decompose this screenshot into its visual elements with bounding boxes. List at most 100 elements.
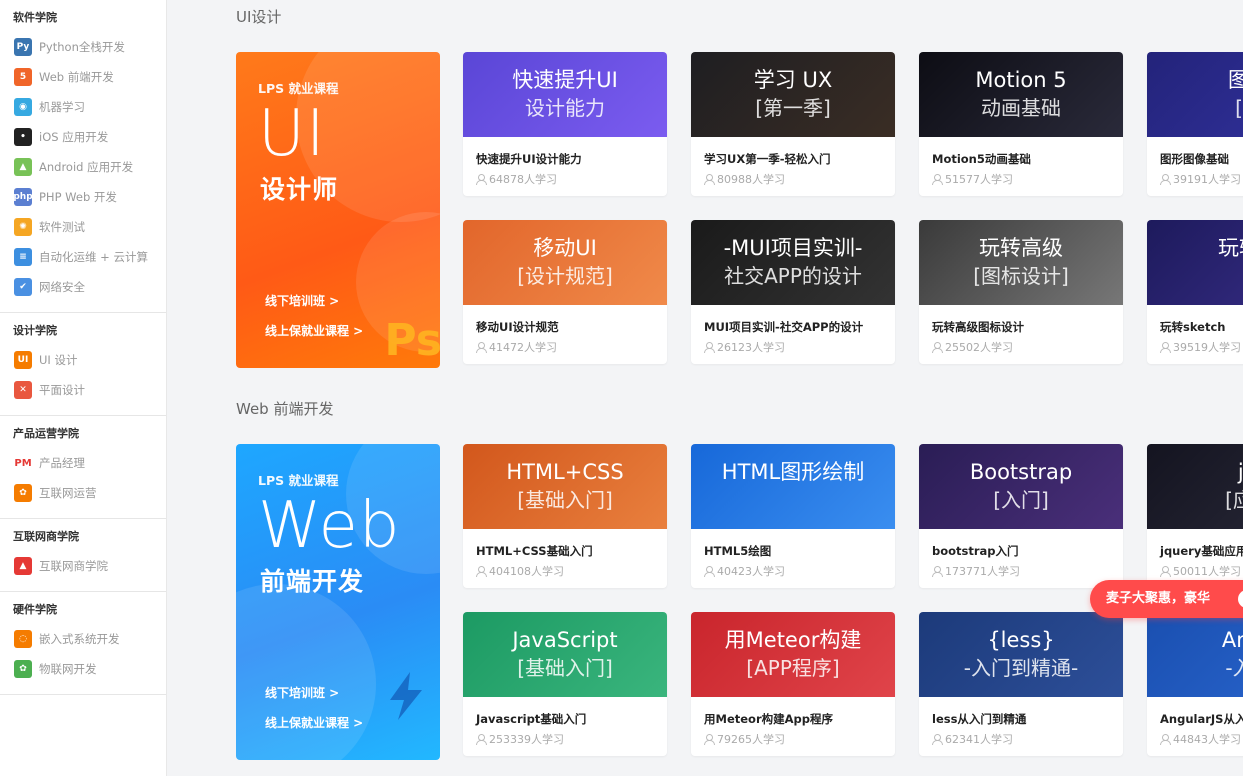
course-card[interactable]: {less}-入门到精通-less从入门到精通62341人学习 [919,612,1123,756]
sidebar-item[interactable]: PM 产品经理 [0,448,166,478]
sidebar-item[interactable]: ▲Android 应用开发 [0,152,166,182]
sidebar-item[interactable]: 5 Web 前端开发 [0,62,166,92]
learner-count: 44843人学习 [1147,727,1243,747]
person-icon [704,566,714,577]
thumbnail-title: Angu [1147,628,1243,652]
sidebar-item[interactable]: ✺软件测试 [0,212,166,242]
course-card[interactable]: -MUI项目实训-社交APP的设计MUI项目实训-社交APP的设计26123人学… [691,220,895,364]
thumbnail-title: JavaScript [463,628,667,652]
course-thumbnail: Bootstrap[入门] [919,444,1123,529]
course-card[interactable]: 用Meteor构建[APP程序]用Meteor构建App程序79265人学习 [691,612,895,756]
sidebar-section-title: 产品运营学院 [0,420,166,448]
course-card[interactable]: 玩转高级[图标设计]玩转高级图标设计25502人学习 [919,220,1123,364]
online-course-link[interactable]: 线上保就业课程 > [265,714,363,731]
course-card[interactable]: 图形[基图形图像基础39191人学习 [1147,52,1243,196]
python-icon: Py [14,38,32,56]
sidebar-section-title: 硬件学院 [0,596,166,624]
sidebar-item-label: 物联网开发 [39,661,97,677]
learner-count-text: 40423人学习 [717,563,785,579]
sidebar-item[interactable]: •iOS 应用开发 [0,122,166,152]
sidebar-section: 硬件学院◌嵌入式系统开发✿物联网开发 [0,592,166,695]
thumbnail-subtitle: [基础入门] [463,656,667,680]
thumbnail-title: 移动UI [463,236,667,260]
course-card[interactable]: 快速提升UI设计能力快速提升UI设计能力64878人学习 [463,52,667,196]
sidebar-item[interactable]: ▲互联网商学院 [0,551,166,581]
thumbnail-subtitle: [基 [1147,96,1243,120]
offline-class-link[interactable]: 线下培训班 > [265,684,339,701]
sidebar-item[interactable]: ✿物联网开发 [0,654,166,684]
course-card[interactable]: 学习 UX[第一季]学习UX第一季-轻松入门80988人学习 [691,52,895,196]
course-card[interactable]: Bootstrap[入门]bootstrap入门173771人学习 [919,444,1123,588]
person-icon [932,342,942,353]
thumbnail-title: 学习 UX [691,68,895,92]
sidebar-item[interactable]: ≡自动化运维 + 云计算 [0,242,166,272]
course-thumbnail: jQ[应用 [1147,444,1243,529]
course-card[interactable]: Angu-入门AngularJS从入44843人学习 [1147,612,1243,756]
offline-class-link[interactable]: 线下培训班 > [265,292,339,309]
thumbnail-subtitle: 社交APP的设计 [691,264,895,288]
sidebar-item[interactable]: ◌嵌入式系统开发 [0,624,166,654]
person-icon [476,566,486,577]
sidebar-item-label: 产品经理 [39,455,85,471]
course-card[interactable]: 移动UI[设计规范]移动UI设计规范41472人学习 [463,220,667,364]
sidebar-item-label: Web 前端开发 [39,69,114,85]
learner-count-text: 51577人学习 [945,171,1013,187]
web-career-banner[interactable]: LPS 就业课程 Web 前端开发 线下培训班 > 线上保就业课程 > [236,444,440,760]
course-thumbnail: 学习 UX[第一季] [691,52,895,137]
banner-sub-text: 设计师 [260,170,338,206]
sidebar-item-label: 互联网商学院 [39,558,108,574]
lightning-icon [386,672,426,720]
thumbnail-subtitle: 设计能力 [463,96,667,120]
sidebar-item[interactable]: UIUI 设计 [0,345,166,375]
sidebar-item[interactable]: ✕平面设计 [0,375,166,405]
sidebar-section: 互联网商学院▲互联网商学院 [0,519,166,592]
course-name: Javascript基础入门 [463,697,667,727]
course-thumbnail: 玩转 S [1147,220,1243,305]
course-thumbnail: JavaScript [基础入门] [463,612,667,697]
learner-count: 26123人学习 [691,335,895,355]
sidebar-item-label: 机器学习 [39,99,85,115]
course-card[interactable]: HTML图形绘制HTML5绘图40423人学习 [691,444,895,588]
course-thumbnail: HTML图形绘制 [691,444,895,529]
pm-icon: PM [14,454,32,472]
course-thumbnail: HTML+CSS[基础入门] [463,444,667,529]
online-course-link[interactable]: 线上保就业课程 > [265,322,363,339]
person-icon [1160,174,1170,185]
thumbnail-title: 玩转高级 [919,236,1123,260]
sidebar-item[interactable]: Py Python全栈开发 [0,32,166,62]
sidebar-item-label: 自动化运维 + 云计算 [39,249,148,265]
learner-count-text: 79265人学习 [717,731,785,747]
sidebar-section-title: 互联网商学院 [0,523,166,551]
course-card[interactable]: JavaScript[基础入门]Javascript基础入门253339人学习 [463,612,667,756]
sidebar-item[interactable]: ◉机器学习 [0,92,166,122]
course-name: 用Meteor构建App程序 [691,697,895,727]
apple-icon: • [14,128,32,146]
course-card[interactable]: Motion 5动画基础Motion5动画基础51577人学习 [919,52,1123,196]
shield-icon: ✔ [14,278,32,296]
html5-icon: 5 [14,68,32,86]
section-title-ui: UI设计 [236,6,281,27]
course-name: 图形图像基础 [1147,137,1243,167]
course-card[interactable]: jQ[应用jquery基础应用50011人学习 [1147,444,1243,588]
person-icon [1160,342,1170,353]
course-card[interactable]: HTML+CSS[基础入门]HTML+CSS基础入门404108人学习 [463,444,667,588]
course-name: MUI项目实训-社交APP的设计 [691,305,895,335]
learner-count-text: 64878人学习 [489,171,557,187]
sidebar-section-title: 设计学院 [0,317,166,345]
course-card[interactable]: 玩转 S玩转sketch39519人学习 [1147,220,1243,364]
course-thumbnail: 移动UI [设计规范] [463,220,667,305]
promo-banner[interactable]: 麦子大聚惠，豪华 [1090,580,1243,618]
sidebar-item[interactable]: phpPHP Web 开发 [0,182,166,212]
learner-count: 64878人学习 [463,167,667,187]
thumbnail-subtitle: [设计规范] [463,264,667,288]
sidebar-item[interactable]: ✔网络安全 [0,272,166,302]
sidebar-item-label: Android 应用开发 [39,159,133,175]
sidebar-item-label: 嵌入式系统开发 [39,631,120,647]
course-name: Motion5动画基础 [919,137,1123,167]
photoshop-logo: Ps [384,315,440,366]
sidebar-item[interactable]: ✿互联网运营 [0,478,166,508]
person-icon [704,174,714,185]
thumbnail-subtitle: [APP程序] [691,656,895,680]
sidebar-item-label: Python全栈开发 [39,39,125,55]
ui-career-banner[interactable]: LPS 就业课程 UI 设计师 线下培训班 > 线上保就业课程 > Ps [236,52,440,368]
